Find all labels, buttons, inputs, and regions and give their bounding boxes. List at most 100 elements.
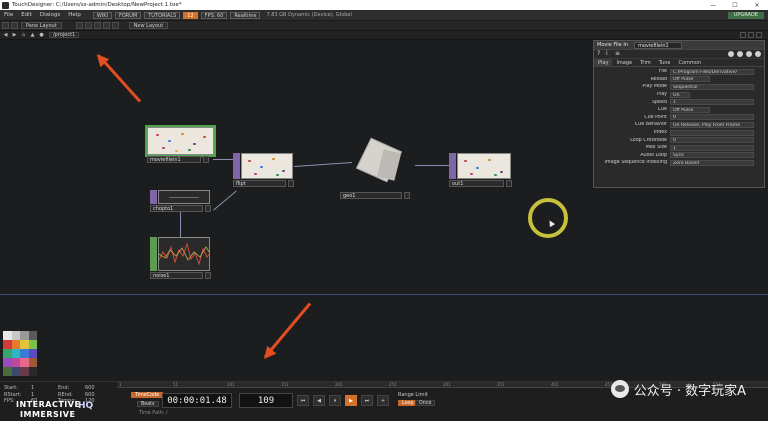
add-icon[interactable] — [755, 51, 761, 57]
node-flags[interactable] — [233, 153, 240, 179]
help-icon[interactable]: ? — [597, 51, 603, 57]
menu-edit[interactable]: Edit — [17, 12, 36, 18]
menu-help[interactable]: Help — [64, 12, 85, 18]
maximize-button[interactable]: ☐ — [724, 0, 746, 10]
timecode-display[interactable]: 00:00:01.48 — [162, 393, 232, 408]
back-icon[interactable]: ◀ — [2, 32, 9, 38]
range-limit-label: Range Limit — [398, 392, 428, 398]
forward-icon[interactable]: ▶ — [11, 32, 18, 38]
layout-3-button[interactable] — [93, 22, 101, 29]
compare-icon[interactable] — [737, 51, 743, 57]
tutorials-button[interactable]: TUTORIALS — [144, 11, 181, 19]
menu-dialogs[interactable]: Dialogs — [36, 12, 64, 18]
node-chopto1[interactable]: chopto1 — [150, 190, 212, 214]
noise-waveform-icon — [159, 242, 209, 266]
node-flags[interactable] — [449, 153, 456, 179]
beats-mode-button[interactable]: Beats — [137, 401, 159, 407]
node-label[interactable]: flipt — [233, 180, 286, 187]
node-viewer-toggle[interactable] — [203, 156, 209, 163]
node-geo1[interactable]: geo1 — [340, 135, 410, 199]
help-icon[interactable] — [756, 32, 762, 38]
node-label[interactable]: chopto1 — [150, 205, 203, 212]
operator-name-field[interactable]: moviefilein1 — [634, 41, 682, 49]
bypass-icon[interactable] — [746, 51, 752, 57]
grid-view-icon[interactable] — [748, 32, 754, 38]
node-moviefilein1[interactable]: moviefilein1 — [145, 125, 217, 167]
param-value[interactable]: Off Pulse — [670, 106, 710, 113]
tab-tune[interactable]: Tune — [655, 59, 675, 67]
once-button[interactable]: Once — [415, 400, 436, 406]
network-editor[interactable]: moviefilein1 flipt chopto1 noise1 geo1 o… — [0, 40, 768, 381]
pane-grid-icon[interactable] — [11, 22, 18, 29]
node-label[interactable]: geo1 — [340, 192, 402, 199]
param-value[interactable]: 0 — [670, 114, 754, 121]
layout-2-button[interactable] — [84, 22, 92, 29]
step-back-button[interactable]: ◀ — [313, 395, 325, 406]
param-value[interactable]: Sync — [670, 152, 754, 159]
tab-pane-layout[interactable]: Pane Layout — [21, 22, 62, 29]
param-value[interactable]: Off Pulse — [670, 76, 710, 83]
fps-display: FPS: 60 — [200, 11, 228, 19]
realtime-toggle[interactable]: Realtime — [230, 11, 261, 19]
node-viewer-toggle[interactable] — [404, 192, 410, 199]
interactive-immersive-hq-logo: INTERACTIVE IMMERSIVE HQ — [16, 400, 94, 419]
wiki-button[interactable]: WIKI — [92, 11, 112, 19]
node-label[interactable]: moviefilein1 — [147, 156, 201, 163]
rewind-button[interactable]: ⏮ — [297, 395, 309, 406]
wire-chop-to-noise — [180, 212, 181, 238]
tab-play[interactable]: Play — [594, 58, 613, 67]
tab-common[interactable]: Common — [674, 59, 705, 67]
tab-image[interactable]: Image — [612, 59, 636, 67]
add-button[interactable]: + — [377, 395, 389, 406]
menu-file[interactable]: File — [0, 12, 17, 18]
layout-4-button[interactable] — [102, 22, 110, 29]
param-label: Speed — [651, 99, 667, 105]
home-icon[interactable]: ⌂ — [20, 32, 27, 38]
list-view-icon[interactable] — [740, 32, 746, 38]
frame-display[interactable]: 109 — [239, 393, 293, 408]
node-viewer-toggle[interactable] — [288, 180, 294, 187]
layout-5-button[interactable] — [111, 22, 119, 29]
watermark-text: 公众号 · 数字玩家A — [633, 383, 746, 399]
tab-new-layout[interactable]: New Layout — [128, 22, 169, 29]
close-button[interactable]: ✕ — [746, 0, 768, 10]
node-flipt[interactable]: flipt — [233, 153, 295, 189]
param-value[interactable] — [670, 129, 754, 136]
node-label[interactable]: noise1 — [150, 272, 203, 279]
network-path[interactable]: /project1 — [49, 32, 80, 38]
param-value[interactable]: On Release, Play From Frame — [670, 121, 754, 128]
param-value[interactable]: Zero Based — [670, 159, 754, 166]
node-label[interactable]: out1 — [449, 180, 504, 187]
node-flags[interactable] — [150, 190, 157, 204]
upgrade-button[interactable]: UPGRADE — [727, 12, 764, 19]
param-value[interactable]: 0 — [670, 137, 754, 144]
layout-1-button[interactable] — [75, 22, 83, 29]
pause-button[interactable]: ⏸ — [329, 395, 341, 406]
info-icon[interactable]: i — [606, 51, 612, 57]
node-flags[interactable] — [150, 237, 157, 271]
node-viewer-toggle[interactable] — [205, 205, 211, 212]
annotation-arrow-bottom — [263, 302, 312, 359]
param-value[interactable]: 1 — [670, 144, 754, 151]
node-noise1[interactable]: noise1 — [150, 237, 212, 281]
minimize-button[interactable]: — — [702, 0, 724, 10]
up-icon[interactable]: ▲ — [29, 32, 36, 38]
bookmark-icon[interactable]: ● — [38, 32, 45, 38]
play-button[interactable]: ▶ — [345, 395, 357, 406]
node-viewer-toggle[interactable] — [205, 272, 211, 279]
timecode-mode-button[interactable]: TimeCode — [131, 392, 164, 398]
param-value[interactable]: On — [670, 91, 690, 98]
param-value[interactable]: Sequential — [670, 83, 754, 90]
param-value[interactable]: 1 — [670, 99, 754, 106]
color-palette[interactable] — [3, 331, 37, 376]
edit-icon[interactable] — [728, 51, 734, 57]
step-forward-button[interactable]: ⏭ — [361, 395, 373, 406]
forum-button[interactable]: FORUM — [114, 11, 142, 19]
node-out1[interactable]: out1 — [449, 153, 513, 189]
tab-trim[interactable]: Trim — [636, 59, 655, 67]
node-viewer-toggle[interactable] — [506, 180, 512, 187]
python-icon[interactable]: ≡ — [615, 51, 621, 57]
pane-split-icon[interactable] — [2, 22, 9, 29]
param-row-speed: Speed 1 — [594, 98, 764, 106]
param-value[interactable]: C:/Program Files/Derivative/ — [670, 68, 754, 75]
